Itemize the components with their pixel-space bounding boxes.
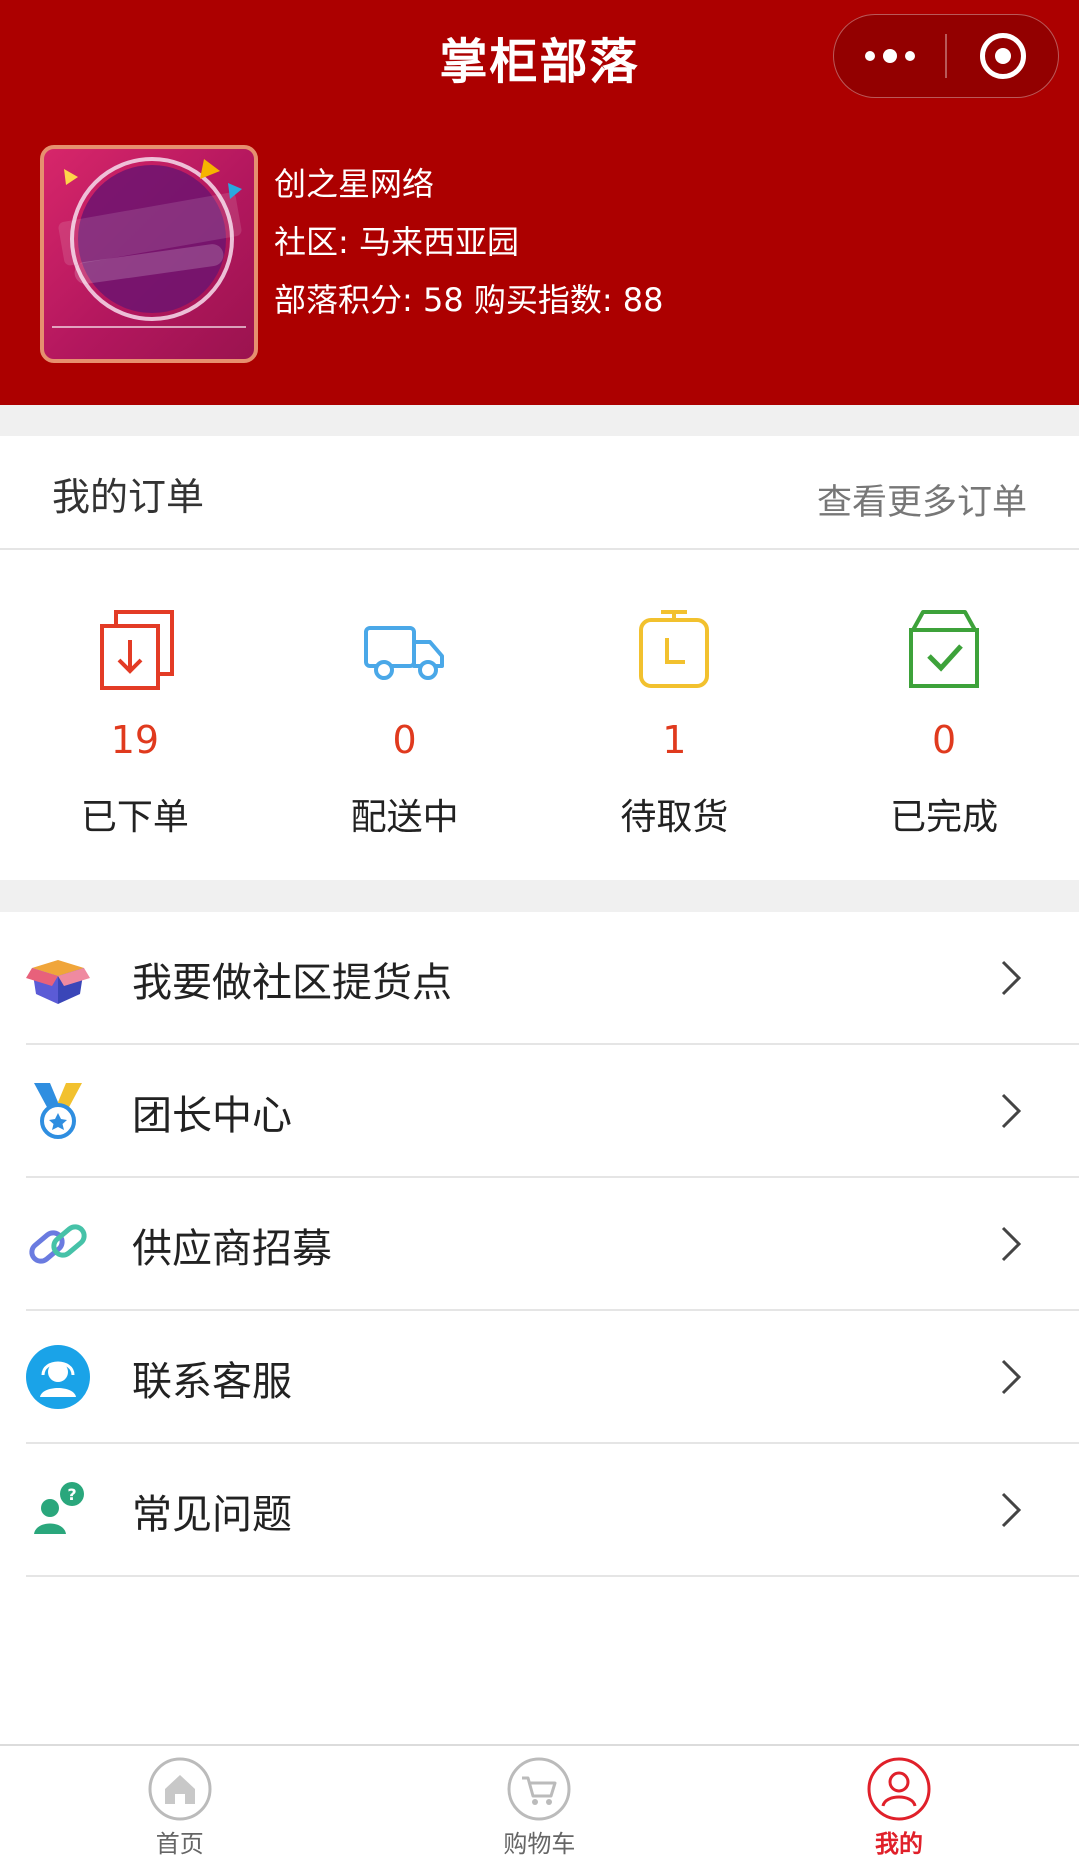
customer-service-icon (26, 1345, 90, 1409)
order-status-row: 19 已下单 0 配送中 1 待取货 0 已完成 (0, 552, 1079, 880)
order-status-label: 配送中 (350, 797, 459, 838)
menu-item-label: 联系客服 (132, 1359, 292, 1405)
menu-item-label: 团长中心 (132, 1093, 292, 1139)
profile-stats: 部落积分: 58 购买指数: 88 (274, 281, 664, 319)
svg-text:?: ? (67, 1485, 76, 1504)
view-more-orders-link[interactable]: 查看更多订单 (817, 474, 1027, 525)
avatar[interactable] (40, 145, 258, 363)
section-gap (0, 405, 1079, 436)
menu-item-supplier-recruit[interactable]: 供应商招募 (26, 1178, 1079, 1311)
chevron-right-icon (1001, 960, 1022, 996)
profile-header: 掌柜部落 创之星网络 社区: 马来西亚园 部落积分: 58 购买指数: 88 (0, 0, 1079, 405)
profile-community: 社区: 马来西亚园 (274, 223, 519, 261)
chevron-right-icon (1001, 1226, 1022, 1262)
order-status-delivering[interactable]: 0 配送中 (270, 552, 540, 880)
order-count: 0 (392, 718, 417, 762)
chevron-right-icon (1001, 1359, 1022, 1395)
target-circle-icon (979, 33, 1026, 79)
tab-label: 购物车 (503, 1830, 576, 1858)
bottom-tab-bar: 首页 购物车 我的 (0, 1744, 1079, 1864)
order-status-label: 待取货 (620, 797, 729, 838)
tab-label: 我的 (874, 1830, 923, 1858)
menu-item-leader-center[interactable]: 团长中心 (26, 1045, 1079, 1178)
miniprogram-capsule (833, 14, 1059, 98)
menu-item-label: 供应商招募 (132, 1226, 332, 1272)
close-miniprogram-button[interactable] (947, 15, 1058, 97)
cart-icon (507, 1757, 571, 1821)
order-status-label: 已下单 (80, 797, 189, 838)
order-count: 19 (110, 718, 160, 762)
package-box-icon (26, 960, 90, 1004)
menu-item-customer-service[interactable]: 联系客服 (26, 1311, 1079, 1444)
menu-list: 我要做社区提货点 团长中心 供应商招募 联系客服 ? 常见问题 (0, 912, 1079, 1577)
completed-box-icon (909, 610, 980, 688)
order-count: 0 (932, 718, 957, 762)
chevron-right-icon (1001, 1093, 1022, 1129)
order-status-placed[interactable]: 19 已下单 (0, 552, 270, 880)
link-icon (29, 1224, 87, 1264)
menu-item-label: 我要做社区提货点 (132, 960, 452, 1006)
home-icon (148, 1757, 212, 1821)
order-placed-icon (99, 610, 174, 690)
order-status-pickup[interactable]: 1 待取货 (540, 552, 810, 880)
chevron-right-icon (1001, 1492, 1022, 1528)
tab-mine[interactable]: 我的 (719, 1746, 1079, 1864)
more-button[interactable] (834, 15, 945, 97)
tab-label: 首页 (155, 1830, 204, 1858)
menu-item-label: 常见问题 (132, 1492, 292, 1538)
orders-header: 我的订单 查看更多订单 (0, 436, 1079, 550)
more-dots-icon (864, 49, 915, 63)
menu-item-faq[interactable]: ? 常见问题 (26, 1444, 1079, 1577)
orders-title: 我的订单 (52, 475, 205, 519)
tab-home[interactable]: 首页 (0, 1746, 360, 1864)
pickup-clock-icon (639, 610, 710, 688)
delivery-truck-icon (363, 626, 444, 680)
section-gap (0, 880, 1079, 912)
medal-icon (34, 1083, 82, 1139)
order-status-label: 已完成 (890, 797, 999, 838)
order-status-completed[interactable]: 0 已完成 (809, 552, 1079, 880)
tab-cart[interactable]: 购物车 (360, 1746, 720, 1864)
profile-name: 创之星网络 (274, 165, 435, 203)
profile-info: 创之星网络 社区: 马来西亚园 部落积分: 58 购买指数: 88 (274, 155, 664, 329)
faq-icon: ? (34, 1482, 84, 1534)
order-count: 1 (662, 718, 687, 762)
menu-item-pickup-point[interactable]: 我要做社区提货点 (26, 912, 1079, 1045)
wechat-promo-avatar (52, 157, 246, 328)
user-icon (867, 1757, 931, 1821)
